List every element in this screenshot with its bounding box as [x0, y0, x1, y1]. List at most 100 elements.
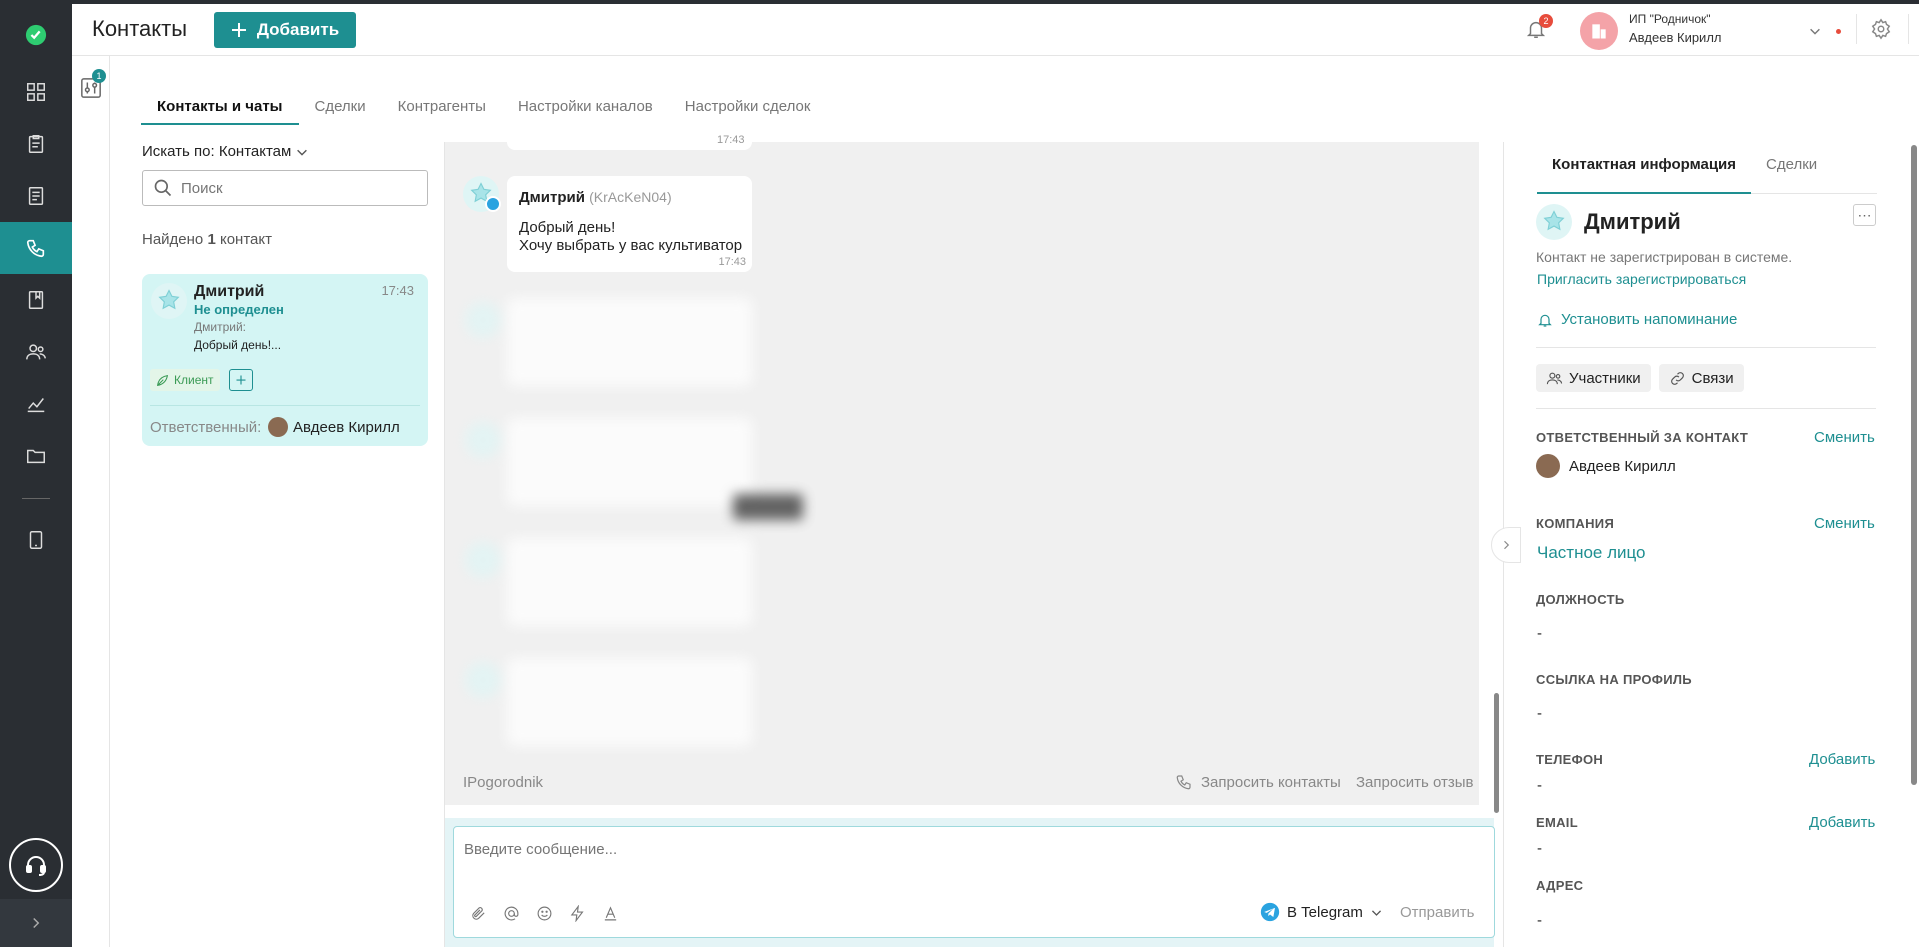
participants-button[interactable]: Участники [1536, 364, 1651, 392]
preview-text: Добрый день!... [194, 338, 282, 352]
tab-counterparties[interactable]: Контрагенты [382, 92, 502, 125]
message-input[interactable] [464, 841, 1464, 858]
tab-deals[interactable]: Сделки [299, 92, 382, 125]
status-dot [1836, 29, 1841, 34]
blurred-label [733, 494, 803, 520]
emoji-icon[interactable] [536, 905, 553, 922]
search-by-label: Искать по: Контактам [142, 143, 292, 160]
composer-tools [470, 905, 619, 922]
account-chevron-down-icon[interactable] [1808, 24, 1822, 43]
header-divider [1856, 14, 1857, 44]
attach-icon[interactable] [470, 905, 487, 922]
blurred-avatar [465, 422, 501, 458]
telegram-icon [1260, 902, 1280, 922]
documents-icon[interactable] [0, 170, 72, 222]
found-count-text: Найдено 1 контакт [142, 231, 272, 248]
profile-link-value: - [1537, 705, 1542, 722]
page-title: Контакты [92, 16, 188, 41]
set-reminder-button[interactable]: Установить напоминание [1537, 311, 1737, 328]
book-icon[interactable] [0, 274, 72, 326]
message-bubble: Дмитрий (KrAcKeN04) Добрый день! Хочу вы… [507, 176, 752, 272]
position-value: - [1537, 625, 1542, 642]
links-label: Связи [1691, 369, 1734, 387]
search-box [142, 170, 428, 206]
change-responsible-link[interactable]: Сменить [1814, 429, 1875, 446]
request-contacts-button[interactable]: Запросить контакты [1175, 773, 1341, 791]
folder-icon[interactable] [0, 430, 72, 482]
add-email-link[interactable]: Добавить [1809, 814, 1875, 831]
responsible-section-label: ОТВЕТСТВЕННЫЙ ЗА КОНТАКТ [1536, 430, 1749, 445]
tablet-icon[interactable] [0, 514, 72, 566]
chips-row: Участники Связи [1536, 364, 1744, 392]
email-value: - [1537, 840, 1542, 857]
invite-link[interactable]: Пригласить зарегистрироваться [1537, 271, 1746, 287]
found-suffix: контакт [219, 231, 272, 248]
contact-title: Дмитрий [1584, 209, 1681, 234]
message-time: 17:43 [718, 256, 746, 268]
dashboard-icon[interactable] [0, 66, 72, 118]
divider [1536, 347, 1876, 348]
lightning-icon[interactable] [569, 905, 586, 922]
org-avatar[interactable] [1580, 12, 1618, 50]
search-by-select[interactable]: Искать по: Контактам [142, 143, 309, 160]
phone-icon [1176, 775, 1191, 790]
more-options-icon[interactable]: ⋯ [1853, 204, 1876, 226]
sidebar-divider [22, 498, 50, 499]
prev-message-bubble [507, 142, 752, 150]
text-format-icon[interactable] [602, 905, 619, 922]
not-registered-text: Контакт не зарегистрирован в системе. [1536, 249, 1793, 265]
chat-scrollbar[interactable] [1494, 693, 1499, 813]
add-phone-link[interactable]: Добавить [1809, 751, 1875, 768]
tab-channel-settings[interactable]: Настройки каналов [502, 92, 669, 125]
users-icon[interactable] [0, 326, 72, 378]
chevron-down-icon [1371, 909, 1381, 916]
filter-settings-icon[interactable]: 1 [80, 69, 106, 104]
filter-badge: 1 [92, 69, 106, 83]
org-name: ИП "Родничок" [1629, 12, 1711, 26]
add-button-label: Добавить [256, 20, 340, 39]
status-ok-icon[interactable] [0, 9, 72, 61]
responsible-name: Авдеев Кирилл [1569, 458, 1676, 475]
phone-value: - [1537, 777, 1542, 794]
right-scrollbar[interactable] [1911, 145, 1917, 785]
request-review-button[interactable]: Запросить отзыв [1356, 774, 1473, 791]
expand-sidebar-chevron-icon[interactable] [0, 899, 72, 947]
change-company-link[interactable]: Сменить [1814, 515, 1875, 532]
tab-deal-settings[interactable]: Настройки сделок [669, 92, 827, 125]
found-prefix: Найдено [142, 231, 204, 248]
header-divider [1908, 14, 1909, 44]
sender-avatar-star-icon [463, 176, 501, 212]
leaf-icon [157, 374, 169, 386]
contact-avatar-star-icon [1536, 204, 1572, 240]
company-label: КОМПАНИЯ [1536, 516, 1615, 531]
client-tag[interactable]: Клиент [150, 369, 220, 391]
tab-contacts-chats[interactable]: Контакты и чаты [141, 92, 299, 125]
settings-gear-icon[interactable] [1870, 18, 1892, 45]
tab-contact-info[interactable]: Контактная информация [1537, 152, 1752, 194]
reminder-label: Установить напоминание [1561, 311, 1738, 328]
contact-list-item[interactable]: Дмитрий 17:43 Не определен Дмитрий: Добр… [142, 274, 428, 446]
users-icon [1546, 372, 1563, 384]
responsible-avatar [268, 417, 288, 437]
notifications-bell-icon[interactable]: 2 [1525, 14, 1553, 44]
send-button[interactable]: Отправить [1400, 904, 1474, 921]
blurred-bubble [507, 538, 752, 626]
company-value[interactable]: Частное лицо [1537, 543, 1646, 563]
sender-handle: (KrAcKeN04) [589, 189, 672, 205]
link-icon [1670, 371, 1684, 385]
collapse-panel-chevron-icon[interactable] [1491, 527, 1521, 563]
blurred-avatar [465, 662, 501, 698]
add-tag-plus-icon[interactable] [229, 369, 253, 391]
channel-select[interactable]: В Telegram [1260, 902, 1383, 922]
mention-icon[interactable] [503, 905, 520, 922]
phone-label: ТЕЛЕФОН [1536, 752, 1604, 767]
links-button[interactable]: Связи [1658, 364, 1744, 392]
add-button[interactable]: Добавить [214, 12, 356, 48]
tasks-icon[interactable] [0, 118, 72, 170]
tab-right-deals[interactable]: Сделки [1751, 152, 1832, 194]
contacts-chats-icon[interactable] [0, 222, 72, 274]
search-input[interactable] [181, 179, 411, 197]
support-headset-icon[interactable] [9, 838, 63, 892]
profile-link-label: ССЫЛКА НА ПРОФИЛЬ [1536, 672, 1692, 687]
analytics-icon[interactable] [0, 378, 72, 430]
